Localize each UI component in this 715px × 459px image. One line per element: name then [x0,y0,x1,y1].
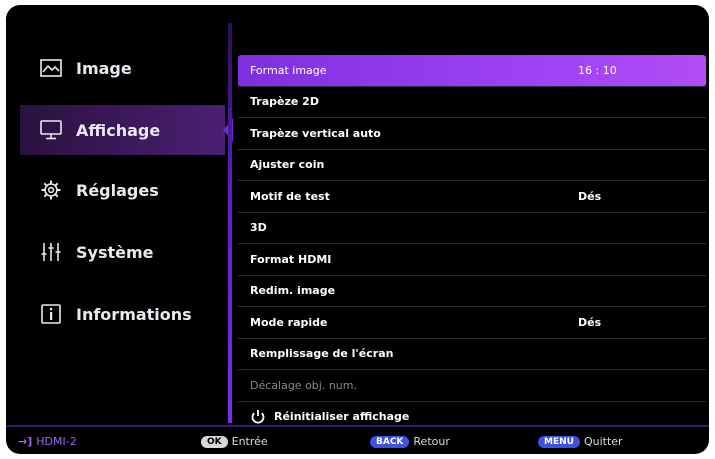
menu-item-decalage-obj-num: Décalage obj. num. [238,370,706,402]
sidebar-item-label: Système [76,242,154,262]
menu-item-label: Mode rapide [250,315,328,329]
sliders-icon [38,241,64,263]
menu-item-label: Décalage obj. num. [250,378,357,392]
menu-item-label: Remplissage de l'écran [250,347,394,361]
input-source-label: HDMI-2 [36,435,77,448]
gear-icon [38,179,64,201]
sidebar-item-reglages[interactable]: Réglages [20,165,225,215]
hint-back-label: Retour [413,435,450,448]
display-menu-list: Format image 16 : 10 Trapèze 2D Trapèze … [238,55,706,432]
status-bar: →] HDMI-2 OK Entrée BACK Retour MENU Qui… [6,425,709,454]
hint-ok-label: Entrée [231,435,268,448]
sidebar-item-systeme[interactable]: Système [20,227,225,277]
menu-item-motif-de-test[interactable]: Motif de test Dés [238,181,706,213]
menu-item-ajuster-coin[interactable]: Ajuster coin [238,150,706,181]
sidebar-item-label: Image [76,58,132,78]
menu-item-value: 16 : 10 [578,63,617,77]
menu-item-trapeze-2d[interactable]: Trapèze 2D [238,87,706,118]
back-key-icon: BACK [370,435,410,448]
menu-item-label: Ajuster coin [250,158,325,172]
menu-item-format-hdmi[interactable]: Format HDMI [238,244,706,276]
menu-item-label: Format HDMI [250,252,332,266]
menu-item-format-image[interactable]: Format image 16 : 10 [238,55,706,87]
ok-key-icon: OK [201,435,228,448]
sidebar-item-label: Affichage [76,120,161,140]
osd-screen: Image Affichage Réglages Système Informa [6,5,709,454]
reset-icon [250,409,266,425]
sidebar-item-informations[interactable]: Informations [20,289,225,339]
menu-item-redim-image[interactable]: Redim. image [238,276,706,307]
menu-item-3d[interactable]: 3D [238,213,706,244]
sidebar-item-label: Réglages [76,180,159,200]
picture-icon [38,57,64,79]
sidebar-item-label: Informations [76,304,192,324]
menu-item-label: Motif de test [250,189,330,203]
monitor-icon [38,119,64,141]
sidebar-item-image[interactable]: Image [20,43,225,93]
menu-item-value: Dés [578,189,602,203]
hint-menu: MENU Quitter [538,435,623,448]
input-source: →] HDMI-2 [18,435,77,448]
vertical-divider [228,23,232,423]
sidebar-item-affichage[interactable]: Affichage [20,105,233,155]
hint-menu-label: Quitter [583,435,623,448]
menu-item-label: Réinitialiser affichage [274,410,410,424]
menu-item-remplissage-ecran[interactable]: Remplissage de l'écran [238,339,706,370]
menu-item-trapeze-vertical-auto[interactable]: Trapèze vertical auto [238,118,706,150]
menu-item-mode-rapide[interactable]: Mode rapide Dés [238,307,706,339]
sidebar: Image Affichage Réglages Système Informa [6,5,233,420]
menu-item-label: Trapèze 2D [250,95,319,109]
menu-item-label: Redim. image [250,284,336,298]
info-icon [38,303,64,325]
menu-item-label: Format image [250,63,327,77]
hint-ok: OK Entrée [201,435,268,448]
menu-key-icon: MENU [538,435,580,448]
menu-item-label: Trapèze vertical auto [250,126,381,140]
hint-back: BACK Retour [370,435,450,448]
menu-item-value: Dés [578,315,602,329]
menu-item-label: 3D [250,221,267,235]
input-source-icon: →] [18,435,33,448]
